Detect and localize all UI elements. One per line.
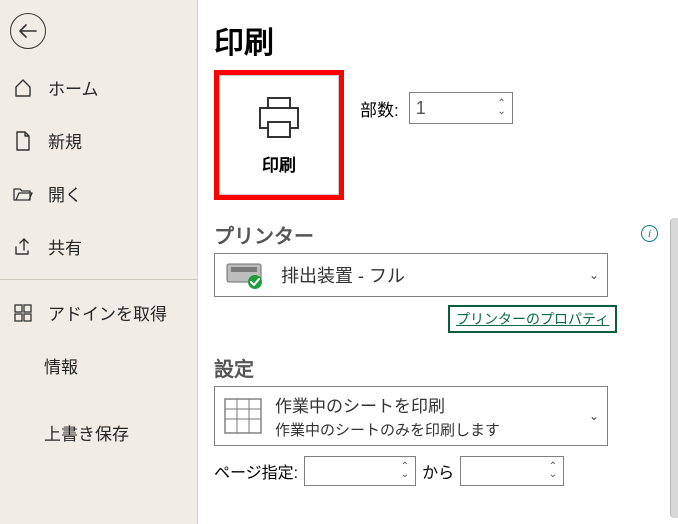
share-icon [12,237,34,257]
copies-value: 1 [416,98,498,119]
sidebar-item-save[interactable]: 上書き保存 [0,392,197,459]
copies-label: 部数: [360,96,399,121]
pages-label: ページ指定: [214,459,298,483]
printer-select[interactable]: 排出装置 - フル ⌄ [214,253,608,297]
pages-to-label: から [422,459,454,483]
sidebar-item-label: 共有 [48,234,82,259]
printer-status-icon [223,260,267,290]
sidebar-item-info[interactable]: 情報 [0,339,197,392]
printer-name: 排出装置 - フル [281,262,405,288]
pages-to-input[interactable] [460,456,564,486]
print-backstage-main: 印刷 印刷 部数: 1 プリンター i [198,0,678,524]
addins-icon [12,303,34,323]
sidebar-item-label: アドインを取得 [48,300,167,325]
chevron-down-icon: ⌄ [589,268,599,282]
page-title: 印刷 [214,18,678,62]
printer-section-title: プリンター [214,220,678,249]
copies-input[interactable]: 1 [409,92,513,124]
home-icon [12,78,34,98]
sidebar-item-label: 新規 [48,128,82,153]
backstage-sidebar: ホーム 新規 開く 共有 アドインを取得 情報 上書き保存 [0,0,198,524]
sidebar-item-home[interactable]: ホーム [0,61,197,114]
print-scope-line1: 作業中のシートを印刷 [275,392,500,417]
spinner-arrows-icon[interactable] [401,464,409,478]
sidebar-item-label: 開く [48,181,82,206]
print-button-label: 印刷 [262,151,296,176]
printer-large-icon [254,95,304,141]
chevron-down-icon: ⌄ [589,409,599,423]
sidebar-item-addins[interactable]: アドインを取得 [0,286,197,339]
spinner-arrows-icon[interactable] [549,464,557,478]
new-file-icon [12,131,34,151]
sidebar-item-new[interactable]: 新規 [0,114,197,167]
arrow-left-icon [19,24,37,38]
printer-properties-link[interactable]: プリンターのプロパティ [448,305,617,333]
sidebar-item-open[interactable]: 開く [0,167,197,220]
settings-section-title: 設定 [214,353,678,382]
worksheet-icon [221,395,265,437]
sidebar-item-share[interactable]: 共有 [0,220,197,273]
preview-pane-edge [670,218,678,518]
spinner-arrows-icon[interactable] [497,101,505,115]
open-folder-icon [12,186,34,202]
sidebar-item-label: ホーム [48,75,99,100]
printer-info-icon[interactable]: i [641,225,658,242]
print-scope-select[interactable]: 作業中のシートを印刷 作業中のシートのみを印刷します ⌄ [214,386,608,446]
pages-from-input[interactable] [304,456,416,486]
print-scope-line2: 作業中のシートのみを印刷します [275,419,500,440]
sidebar-divider [0,279,197,280]
back-button[interactable] [10,13,46,49]
print-button[interactable]: 印刷 [214,70,344,200]
